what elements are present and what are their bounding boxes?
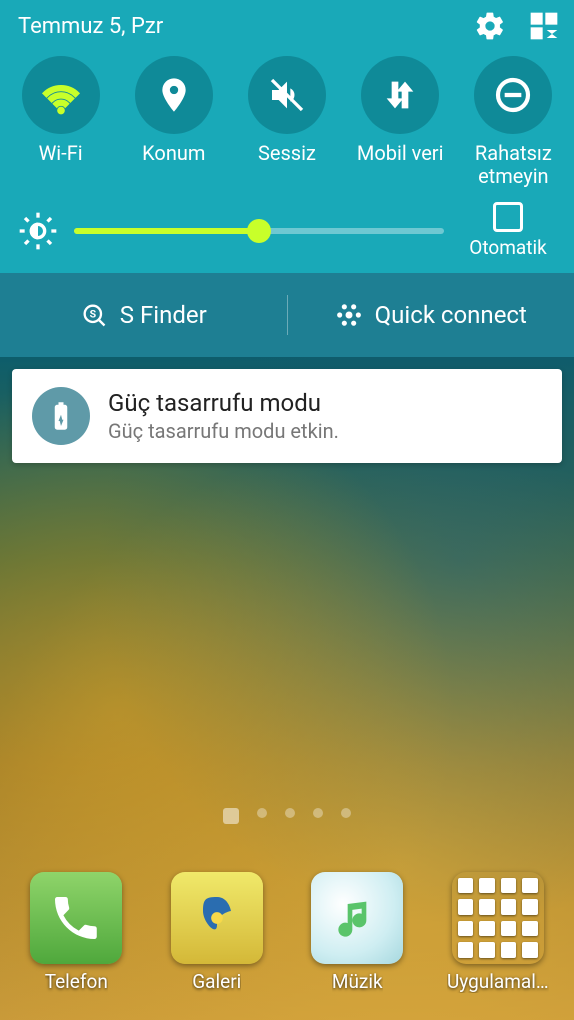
battery-saver-icon bbox=[32, 387, 90, 445]
wifi-icon bbox=[22, 56, 100, 134]
notification-title: Güç tasarrufu modu bbox=[108, 389, 339, 417]
quickconnect-label: Quick connect bbox=[375, 301, 527, 329]
quick-toggle-row: Wi-Fi Konum Sessiz Mobil veri Rahatsız etmey… bbox=[0, 48, 574, 194]
toggle-label: Konum bbox=[142, 142, 205, 188]
notification-panel: Temmuz 5, Pzr Wi-Fi Konum Sessiz Mobil veri… bbox=[0, 0, 574, 273]
dock-app-gallery[interactable]: Galeri bbox=[151, 872, 283, 993]
notification-subtitle: Güç tasarrufu modu etkin. bbox=[108, 419, 339, 443]
phone-icon bbox=[30, 872, 122, 964]
quickconnect-icon bbox=[335, 301, 363, 329]
page-dot[interactable] bbox=[257, 808, 267, 818]
toggle-label: Mobil veri bbox=[357, 142, 444, 188]
dnd-icon bbox=[474, 56, 552, 134]
dock-app-phone[interactable]: Telefon bbox=[10, 872, 142, 993]
music-icon bbox=[311, 872, 403, 964]
brightness-fill bbox=[74, 228, 259, 234]
page-dot[interactable] bbox=[341, 808, 351, 818]
svg-text:S: S bbox=[89, 307, 96, 320]
toggle-mute[interactable]: Sessiz bbox=[233, 56, 341, 188]
date-text: Temmuz 5, Pzr bbox=[18, 14, 163, 39]
toggle-location[interactable]: Konum bbox=[120, 56, 228, 188]
page-dot[interactable] bbox=[313, 808, 323, 818]
dock-label: Müzik bbox=[332, 970, 383, 993]
auto-brightness[interactable]: Otomatik bbox=[460, 202, 556, 259]
toggle-data[interactable]: Mobil veri bbox=[346, 56, 454, 188]
notification-text: Güç tasarrufu modu Güç tasarrufu modu et… bbox=[108, 389, 339, 443]
dock-label: Galeri bbox=[192, 970, 241, 993]
action-bar: S S Finder Quick connect bbox=[0, 273, 574, 357]
auto-brightness-label: Otomatik bbox=[469, 236, 546, 259]
sfinder-label: S Finder bbox=[120, 301, 207, 329]
dock-app-apps[interactable]: Uygulamal… bbox=[432, 872, 564, 993]
dock-app-music[interactable]: Müzik bbox=[291, 872, 423, 993]
mute-icon bbox=[248, 56, 326, 134]
data-icon bbox=[361, 56, 439, 134]
sfinder-button[interactable]: S S Finder bbox=[0, 301, 287, 329]
grid-edit-icon[interactable] bbox=[528, 10, 560, 42]
quickconnect-button[interactable]: Quick connect bbox=[288, 301, 574, 329]
location-icon bbox=[135, 56, 213, 134]
brightness-row: Otomatik bbox=[0, 194, 574, 273]
toggle-label: Wi-Fi bbox=[39, 142, 83, 188]
apps-icon bbox=[452, 872, 544, 964]
gallery-icon bbox=[171, 872, 263, 964]
sfinder-icon: S bbox=[80, 301, 108, 329]
brightness-icon bbox=[18, 211, 58, 251]
panel-header: Temmuz 5, Pzr bbox=[0, 0, 574, 48]
brightness-slider[interactable] bbox=[74, 228, 444, 234]
auto-brightness-checkbox[interactable] bbox=[493, 202, 523, 232]
notification-card[interactable]: Güç tasarrufu modu Güç tasarrufu modu et… bbox=[12, 369, 562, 463]
header-actions bbox=[474, 10, 560, 42]
page-dot[interactable] bbox=[223, 808, 239, 824]
toggle-dnd[interactable]: Rahatsız etmeyin bbox=[459, 56, 567, 188]
toggle-wifi[interactable]: Wi-Fi bbox=[7, 56, 115, 188]
brightness-thumb[interactable] bbox=[247, 219, 271, 243]
dock-label: Uygulamal… bbox=[447, 970, 549, 993]
dock: Telefon Galeri Müzik Uygulamal… bbox=[0, 850, 574, 1020]
dock-label: Telefon bbox=[45, 970, 108, 993]
page-indicator[interactable] bbox=[0, 808, 574, 824]
gear-icon[interactable] bbox=[474, 10, 506, 42]
toggle-label: Rahatsız etmeyin bbox=[459, 142, 567, 188]
page-dot[interactable] bbox=[285, 808, 295, 818]
toggle-label: Sessiz bbox=[258, 142, 316, 188]
